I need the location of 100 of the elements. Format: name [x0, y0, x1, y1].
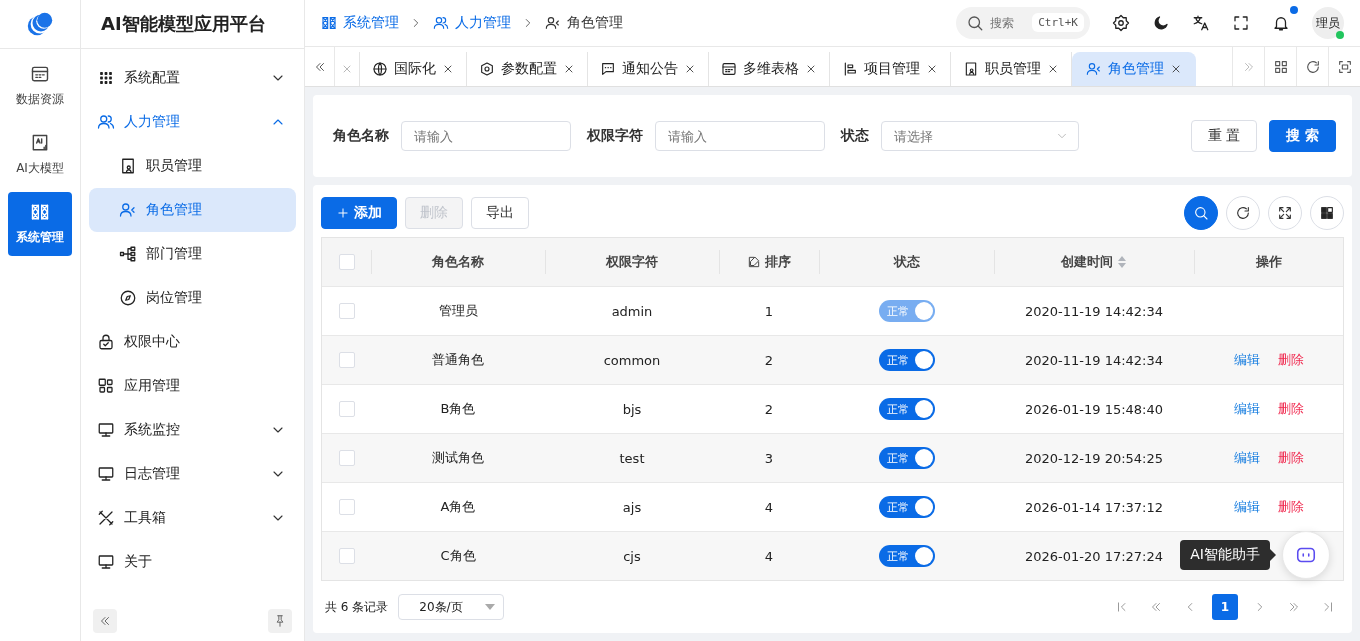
tab[interactable]: 角色管理 — [1072, 52, 1196, 86]
edit-link[interactable]: 编辑 — [1233, 449, 1260, 467]
menu-item[interactable]: 日志管理 — [89, 452, 296, 496]
split-panel-icon — [321, 15, 337, 32]
reset-button[interactable]: 重 置 — [1190, 120, 1258, 152]
menu-item[interactable]: 关于 — [89, 540, 296, 584]
search-icon — [966, 14, 984, 33]
select-field[interactable]: 请选择 — [881, 121, 1079, 151]
table-icon — [721, 61, 737, 77]
filter-label: 状态 — [841, 127, 869, 145]
columns-button[interactable] — [1310, 196, 1344, 230]
edit-link[interactable]: 编辑 — [1233, 498, 1260, 516]
status-switch[interactable]: 正常 — [878, 545, 935, 567]
last-page-icon[interactable] — [1321, 600, 1335, 614]
avatar[interactable]: 理员 — [1312, 7, 1344, 40]
jump-forward-icon[interactable] — [1287, 600, 1301, 614]
delete-link[interactable]: 删除 — [1277, 351, 1304, 369]
search-toggle-button[interactable] — [1184, 196, 1218, 230]
ai-chip-icon — [30, 133, 50, 153]
monitor-icon — [97, 553, 115, 571]
table-cell: 3 — [764, 450, 774, 466]
fullscreen-icon[interactable] — [1232, 14, 1250, 33]
delete-link[interactable]: 删除 — [1277, 400, 1304, 418]
rail-item[interactable]: AI大模型 — [8, 123, 72, 187]
delete-link[interactable]: 删除 — [1277, 449, 1304, 467]
table-cell: 2020-12-19 20:54:25 — [1024, 450, 1164, 466]
table-cell: test — [619, 450, 645, 466]
menu-item[interactable]: 权限中心 — [89, 320, 296, 364]
close-icon[interactable] — [684, 63, 696, 75]
toolbar-button[interactable]: 添加 — [321, 197, 397, 229]
submenu-item[interactable]: 角色管理 — [89, 188, 296, 232]
checkbox[interactable] — [338, 254, 355, 270]
first-page-icon[interactable] — [1115, 600, 1129, 614]
status-switch[interactable]: 正常 — [878, 447, 935, 469]
submenu-item[interactable]: 职员管理 — [89, 144, 296, 188]
close-icon[interactable] — [563, 63, 575, 75]
collapse-button[interactable] — [93, 609, 117, 633]
table-cell: 4 — [764, 499, 774, 515]
squares-icon — [1319, 205, 1335, 221]
bell-icon[interactable] — [1272, 14, 1290, 33]
rail-item[interactable]: 数据资源 — [8, 54, 72, 118]
delete-link[interactable]: 删除 — [1277, 498, 1304, 516]
settings-icon — [479, 61, 495, 77]
page-button[interactable]: 1 — [1212, 594, 1238, 620]
checkbox[interactable] — [338, 548, 355, 564]
tab[interactable]: 项目管理 — [830, 52, 951, 86]
checkbox[interactable] — [338, 401, 355, 417]
menu-item[interactable]: 应用管理 — [89, 364, 296, 408]
checkbox[interactable] — [338, 499, 355, 515]
breadcrumb-item[interactable]: 人力管理 — [433, 14, 511, 33]
close-icon[interactable] — [805, 63, 817, 75]
message-icon — [600, 61, 616, 77]
table-cell: admin — [611, 303, 653, 319]
refresh-button[interactable] — [1226, 196, 1260, 230]
refresh-icon — [1235, 205, 1251, 221]
menu-item[interactable]: 人力管理 — [89, 100, 296, 144]
sort-icon[interactable] — [1117, 255, 1127, 269]
compass-icon — [119, 289, 137, 307]
edit-link[interactable]: 编辑 — [1233, 400, 1260, 418]
menu-item[interactable]: 系统监控 — [89, 408, 296, 452]
jump-back-icon[interactable] — [1149, 600, 1163, 614]
submenu-item[interactable]: 岗位管理 — [89, 276, 296, 320]
close-icon[interactable] — [1170, 63, 1182, 75]
menu-item[interactable]: 工具箱 — [89, 496, 296, 540]
checkbox[interactable] — [338, 352, 355, 368]
table-cell: 2 — [764, 401, 774, 417]
shortcut-hint: Ctrl+K — [1032, 13, 1084, 33]
settings-icon[interactable] — [1112, 14, 1130, 33]
close-icon[interactable] — [1047, 63, 1059, 75]
close-icon[interactable] — [926, 63, 938, 75]
close-icon[interactable] — [442, 63, 454, 75]
status-switch[interactable]: 正常 — [878, 496, 935, 518]
input-field[interactable]: 请输入 — [655, 121, 825, 151]
table-cell: 2020-11-19 14:42:34 — [1024, 352, 1164, 368]
checkbox[interactable] — [338, 303, 355, 319]
status-switch[interactable]: 正常 — [878, 398, 935, 420]
dropdown-icon — [485, 604, 496, 610]
input-field[interactable]: 请输入 — [401, 121, 571, 151]
status-switch[interactable]: 正常 — [878, 349, 935, 371]
tab[interactable]: 多维表格 — [709, 52, 830, 86]
tab[interactable]: 参数配置 — [467, 52, 588, 86]
search-button[interactable]: 搜 索 — [1269, 120, 1336, 152]
tab[interactable]: 国际化 — [360, 52, 467, 86]
table-cell: 2 — [764, 352, 774, 368]
double-chevron-left-icon — [98, 614, 112, 628]
pin-button[interactable] — [268, 609, 292, 633]
expand-button[interactable] — [1268, 196, 1302, 230]
page-size-select[interactable]: 20条/页 — [398, 594, 505, 620]
split-panel-icon — [30, 202, 50, 222]
toolbar-button[interactable]: 导出 — [471, 197, 529, 229]
checkbox[interactable] — [338, 450, 355, 466]
rail-item[interactable]: 系统管理 — [8, 192, 72, 256]
filter-label: 角色名称 — [333, 127, 389, 145]
tree-icon — [119, 245, 137, 263]
edit-link[interactable]: 编辑 — [1233, 351, 1260, 369]
translate-icon[interactable] — [1192, 14, 1210, 33]
breadcrumb-item[interactable]: 系统管理 — [321, 14, 399, 33]
tab[interactable]: 通知公告 — [588, 52, 709, 86]
menu-item[interactable]: 系统配置 — [89, 56, 296, 100]
submenu-item[interactable]: 部门管理 — [89, 232, 296, 276]
